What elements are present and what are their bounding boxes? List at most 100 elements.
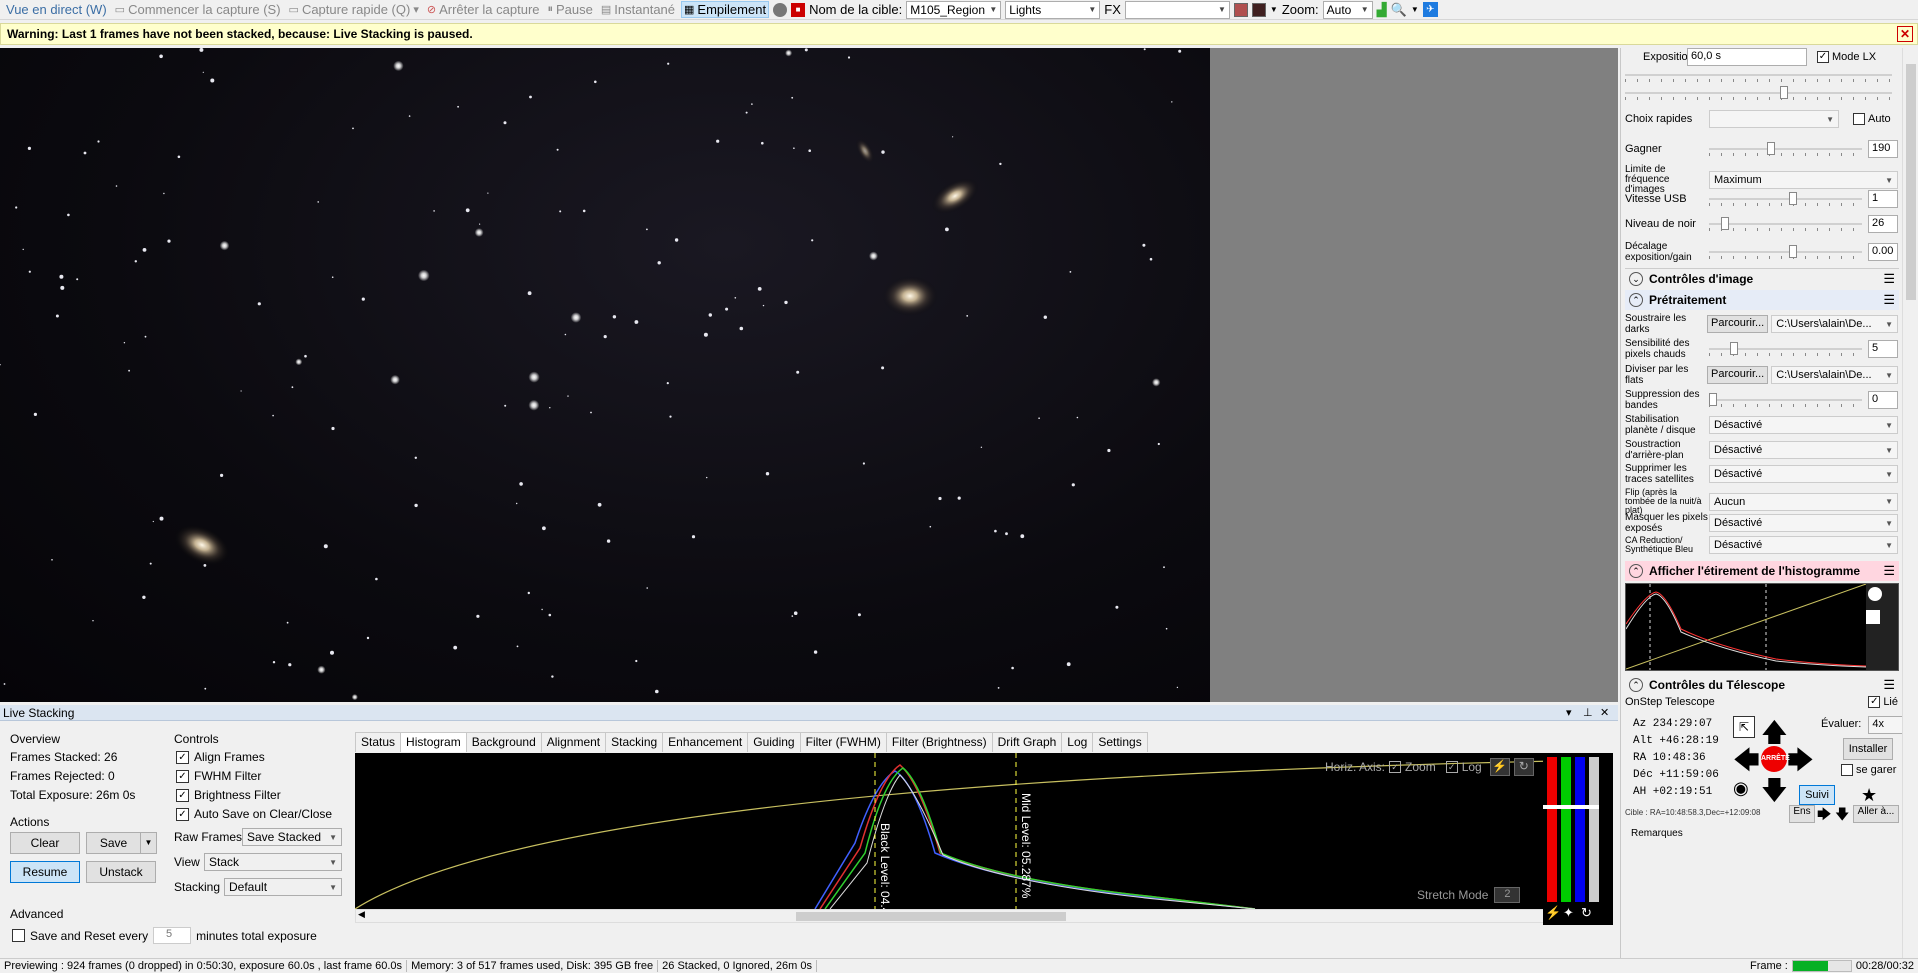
reset-icon[interactable]: ↻ <box>1581 905 1592 921</box>
sync-icon[interactable]: ⇱ <box>1733 716 1755 738</box>
stabilisation-combo[interactable]: Désactivé ▼ <box>1709 416 1898 434</box>
arrow-down-icon[interactable]: 🡇 <box>1835 804 1849 828</box>
image-controls-header[interactable]: ⌄ Contrôles d'image ☰ <box>1625 268 1899 288</box>
align-frames-checkbox[interactable]: ✓ <box>176 750 189 764</box>
menu-icon[interactable]: ☰ <box>1883 563 1895 579</box>
chevron-down-icon[interactable]: ▼ <box>1270 5 1278 14</box>
arrow-right-icon[interactable]: 🡆 <box>1817 804 1831 828</box>
autosave-checkbox[interactable]: ✓ <box>176 807 189 821</box>
stop-capture-button[interactable]: ⊘ Arrêter la capture <box>425 2 542 17</box>
save-reset-checkbox[interactable] <box>12 929 25 942</box>
black-level-slider[interactable] <box>1709 217 1862 231</box>
tab-drift-graph[interactable]: Drift Graph <box>991 732 1063 752</box>
raw-frames-combo[interactable]: Save Stacked ▼ <box>242 828 342 846</box>
linked-checkbox[interactable]: ✓ <box>1868 696 1881 708</box>
park-checkbox[interactable] <box>1841 764 1853 776</box>
image-preview[interactable] <box>0 48 1210 702</box>
contrast-icon[interactable] <box>1866 610 1880 624</box>
tab-log[interactable]: Log <box>1061 732 1094 752</box>
exposure-coarse-slider[interactable] <box>1625 68 1892 82</box>
pin-icon[interactable]: ⊥ <box>1583 705 1593 721</box>
fwhm-filter-group[interactable]: ✓ FWHM Filter <box>176 769 261 783</box>
flats-path-combo[interactable]: C:\Users\alain\De... ▼ <box>1771 366 1898 384</box>
histogram-scrollbar[interactable]: ◀ ▶ <box>355 909 1555 923</box>
tab-settings[interactable]: Settings <box>1092 732 1148 752</box>
stacking-mode-combo[interactable]: Default ▼ <box>224 878 342 896</box>
lightning-icon[interactable]: ⚡ <box>1545 905 1561 921</box>
blue-channel-slider[interactable] <box>1575 757 1585 902</box>
darks-path-combo[interactable]: C:\Users\alain\De... ▼ <box>1771 315 1898 333</box>
preprocessing-header[interactable]: ⌃ Prétraitement ☰ <box>1625 290 1899 310</box>
red-channel-slider[interactable] <box>1547 757 1557 902</box>
resume-button[interactable]: Resume <box>10 861 80 883</box>
reset-icon[interactable]: ↻ <box>1513 758 1534 776</box>
tab-filter-brightness[interactable]: Filter (Brightness) <box>885 732 993 752</box>
mode-lx-checkbox[interactable]: ✓ <box>1817 51 1829 63</box>
log-checkbox[interactable]: ✓ <box>1445 761 1458 773</box>
clear-button[interactable]: Clear <box>10 832 80 854</box>
right-panel-scrollbar[interactable] <box>1902 48 1918 973</box>
noise-tool-icon[interactable] <box>1251 2 1266 17</box>
live-view-button[interactable]: Vue en direct (W) <box>4 2 109 17</box>
close-icon[interactable]: ✕ <box>1600 705 1609 721</box>
zoom-combo[interactable]: Auto ▼ <box>1322 0 1373 19</box>
align-frames-group[interactable]: ✓ Align Frames <box>176 750 265 764</box>
tab-histogram[interactable]: Histogram <box>400 732 467 752</box>
ens-button[interactable]: Ens <box>1789 805 1815 823</box>
mask-combo[interactable]: Désactivé ▼ <box>1709 514 1898 532</box>
auto-stretch-icon[interactable] <box>1868 587 1882 601</box>
save-button[interactable]: Save <box>86 832 141 854</box>
snapshot-button[interactable]: ▤ Instantané <box>599 2 677 17</box>
banding-slider[interactable] <box>1709 393 1862 407</box>
frame-type-combo[interactable]: Lights ▼ <box>1005 0 1101 19</box>
tab-filter-fwhm[interactable]: Filter (FWHM) <box>799 732 887 752</box>
menu-icon[interactable]: ☰ <box>1883 292 1895 308</box>
stop-slew-button[interactable]: ARRÊTE <box>1761 746 1790 772</box>
brightness-filter-checkbox[interactable]: ✓ <box>176 788 189 802</box>
flip-combo[interactable]: Aucun ▼ <box>1709 492 1898 511</box>
satellite-combo[interactable]: Désactivé ▼ <box>1709 465 1898 483</box>
exposure-input[interactable]: 60,0 s <box>1687 48 1807 66</box>
black-level-input[interactable]: 26 <box>1868 215 1898 233</box>
background-sub-combo[interactable]: Désactivé ▼ <box>1709 441 1898 459</box>
ca-reduction-combo[interactable]: Désactivé ▼ <box>1709 536 1898 554</box>
zoom-magnifier-icon[interactable]: 🔍 <box>1391 2 1407 18</box>
browse-flats-button[interactable]: Parcourir... <box>1707 366 1769 384</box>
menu-icon[interactable]: ☰ <box>1883 677 1895 693</box>
scrollbar-thumb[interactable] <box>1906 64 1916 300</box>
fx-combo[interactable]: ▼ <box>1124 0 1230 19</box>
chevron-down-icon[interactable]: ▾ <box>1566 705 1572 721</box>
start-capture-button[interactable]: ▭ Commencer la capture (S) <box>113 2 283 17</box>
lightning-icon[interactable]: ⚡ <box>1489 758 1510 776</box>
view-combo[interactable]: Stack ▼ <box>204 853 342 871</box>
histogram-chart[interactable]: Black Level: 04.492% Mid Level: 05.287% … <box>355 753 1555 909</box>
chevron-down-icon[interactable]: ▼ <box>1411 5 1419 14</box>
exposure-fine-slider[interactable] <box>1625 86 1892 100</box>
auto-checkbox[interactable] <box>1853 113 1865 125</box>
histogram-icon[interactable]: ▟ <box>1377 2 1387 18</box>
framerate-combo[interactable]: Maximum ▼ <box>1709 171 1898 189</box>
scrollbar-thumb[interactable] <box>796 912 1066 921</box>
color-tool-icon[interactable] <box>1233 2 1248 17</box>
install-button[interactable]: Installer <box>1843 738 1893 760</box>
offset-slider[interactable] <box>1709 245 1862 259</box>
save-reset-input[interactable]: 5 <box>153 927 192 944</box>
histogram-stretch-header[interactable]: ⌃ Afficher l'étirement de l'histogramme … <box>1625 561 1899 581</box>
dark-frame-icon[interactable]: ■ <box>791 2 806 17</box>
hot-pixels-input[interactable]: 5 <box>1868 340 1898 358</box>
usb-speed-slider[interactable] <box>1709 192 1862 206</box>
goto-button[interactable]: Aller à... <box>1853 805 1899 823</box>
brightness-filter-group[interactable]: ✓ Brightness Filter <box>176 788 281 802</box>
close-icon[interactable]: ✕ <box>1897 26 1913 42</box>
gain-input[interactable]: 190 <box>1868 140 1898 158</box>
stretch-mode-input[interactable]: 2 <box>1494 887 1521 903</box>
zoom-checkbox[interactable]: ✓ <box>1389 761 1402 773</box>
offset-input[interactable]: 0.00 <box>1868 243 1898 261</box>
pin-icon[interactable]: ✈ <box>1422 2 1438 17</box>
histogram-stretch-preview[interactable] <box>1625 583 1899 671</box>
stacking-button[interactable]: ▦ Empilement <box>681 1 770 18</box>
quick-choices-combo[interactable]: ▼ <box>1709 110 1839 128</box>
usb-speed-input[interactable]: 1 <box>1868 190 1898 208</box>
tracking-button[interactable]: Suivi <box>1799 785 1835 805</box>
quick-capture-button[interactable]: ▭ Capture rapide (Q) ▾ <box>287 2 421 17</box>
